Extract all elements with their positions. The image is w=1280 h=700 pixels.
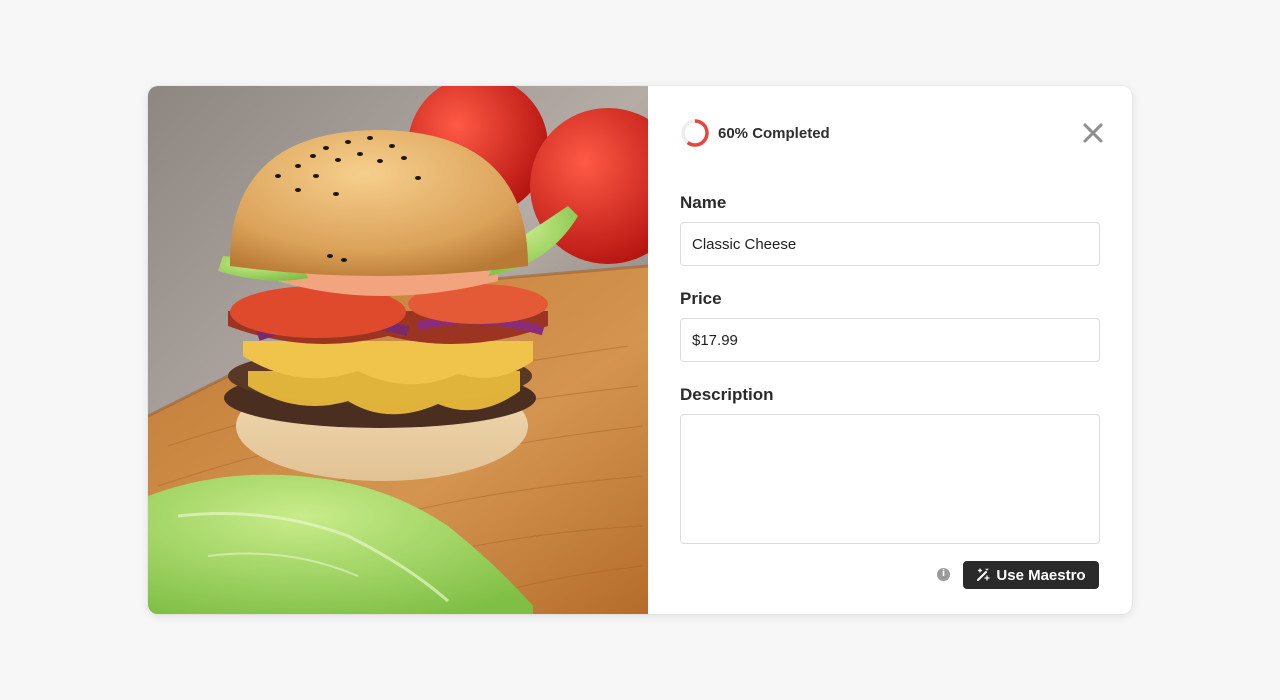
item-editor-modal: 60% Completed Name Price Description i U… xyxy=(148,86,1132,614)
name-field[interactable] xyxy=(680,222,1100,266)
description-field[interactable] xyxy=(680,414,1100,544)
name-label: Name xyxy=(680,193,727,212)
item-form: 60% Completed Name Price Description i U… xyxy=(648,86,1132,614)
burger-photo xyxy=(148,86,648,614)
progress-ring-icon xyxy=(681,119,709,147)
use-maestro-button[interactable]: Use Maestro xyxy=(963,561,1099,589)
progress-indicator: 60% Completed xyxy=(680,118,830,148)
description-label: Description xyxy=(680,385,774,404)
magic-wand-icon xyxy=(977,568,991,581)
info-icon[interactable]: i xyxy=(937,568,950,581)
burger-photo-illustration xyxy=(148,86,648,614)
close-icon xyxy=(1083,123,1103,143)
progress-label: 60% Completed xyxy=(718,124,830,142)
close-button[interactable] xyxy=(1082,122,1104,144)
price-label: Price xyxy=(680,289,722,308)
price-field[interactable] xyxy=(680,318,1100,362)
use-maestro-label: Use Maestro xyxy=(996,566,1086,584)
